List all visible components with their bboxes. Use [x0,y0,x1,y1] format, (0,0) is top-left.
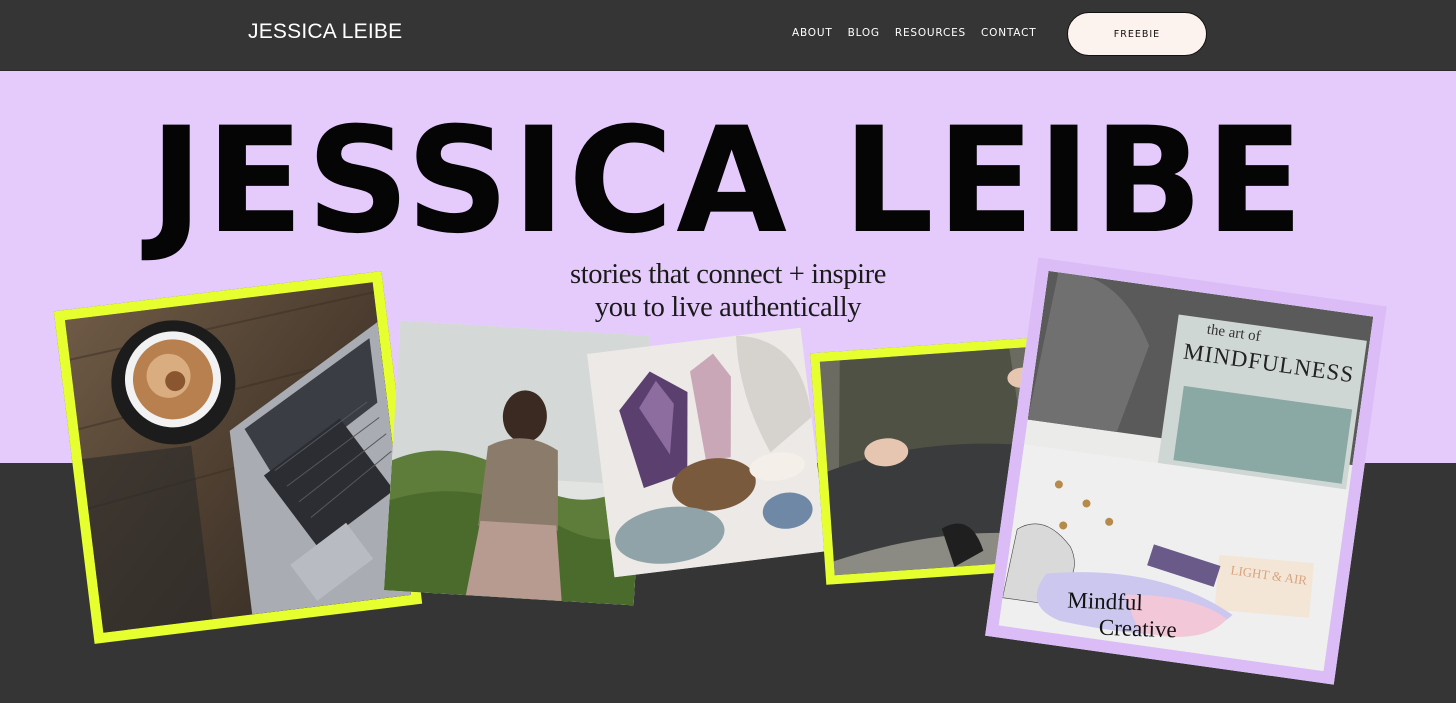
tagline-line-2: you to live authentically [594,292,862,323]
crystals-image [587,327,828,578]
nav-blog-link[interactable]: BLOG [848,27,880,39]
sticker-line1: Mindful [1067,588,1143,616]
tagline-line-1: stories that connect + inspire [570,259,886,290]
site-header: JESSICA LEIBE ABOUT BLOG RESOURCES CONTA… [0,0,1456,71]
nav-contact-link[interactable]: CONTACT [981,27,1036,39]
coffee-laptop-image [64,282,412,633]
nav-about-link[interactable]: ABOUT [792,27,833,39]
hero-title: JESSICA LEIBE [149,96,1307,266]
sticker-line2: Creative [1098,615,1177,643]
hero-tagline: stories that connect + inspire you to li… [478,258,978,324]
main-nav: ABOUT BLOG RESOURCES CONTACT [792,27,1036,39]
nav-resources-link[interactable]: RESOURCES [895,27,966,39]
photo-mindful-creative: the art of MINDFULNESS LIGHT & AIR Mindf… [985,257,1387,685]
mindful-creative-image: the art of MINDFULNESS LIGHT & AIR Mindf… [998,270,1374,672]
photo-coffee-laptop [53,271,423,644]
photo-crystals [587,327,828,578]
site-logo[interactable]: JESSICA LEIBE [248,20,402,44]
freebie-button[interactable]: FREEBIE [1067,12,1207,56]
